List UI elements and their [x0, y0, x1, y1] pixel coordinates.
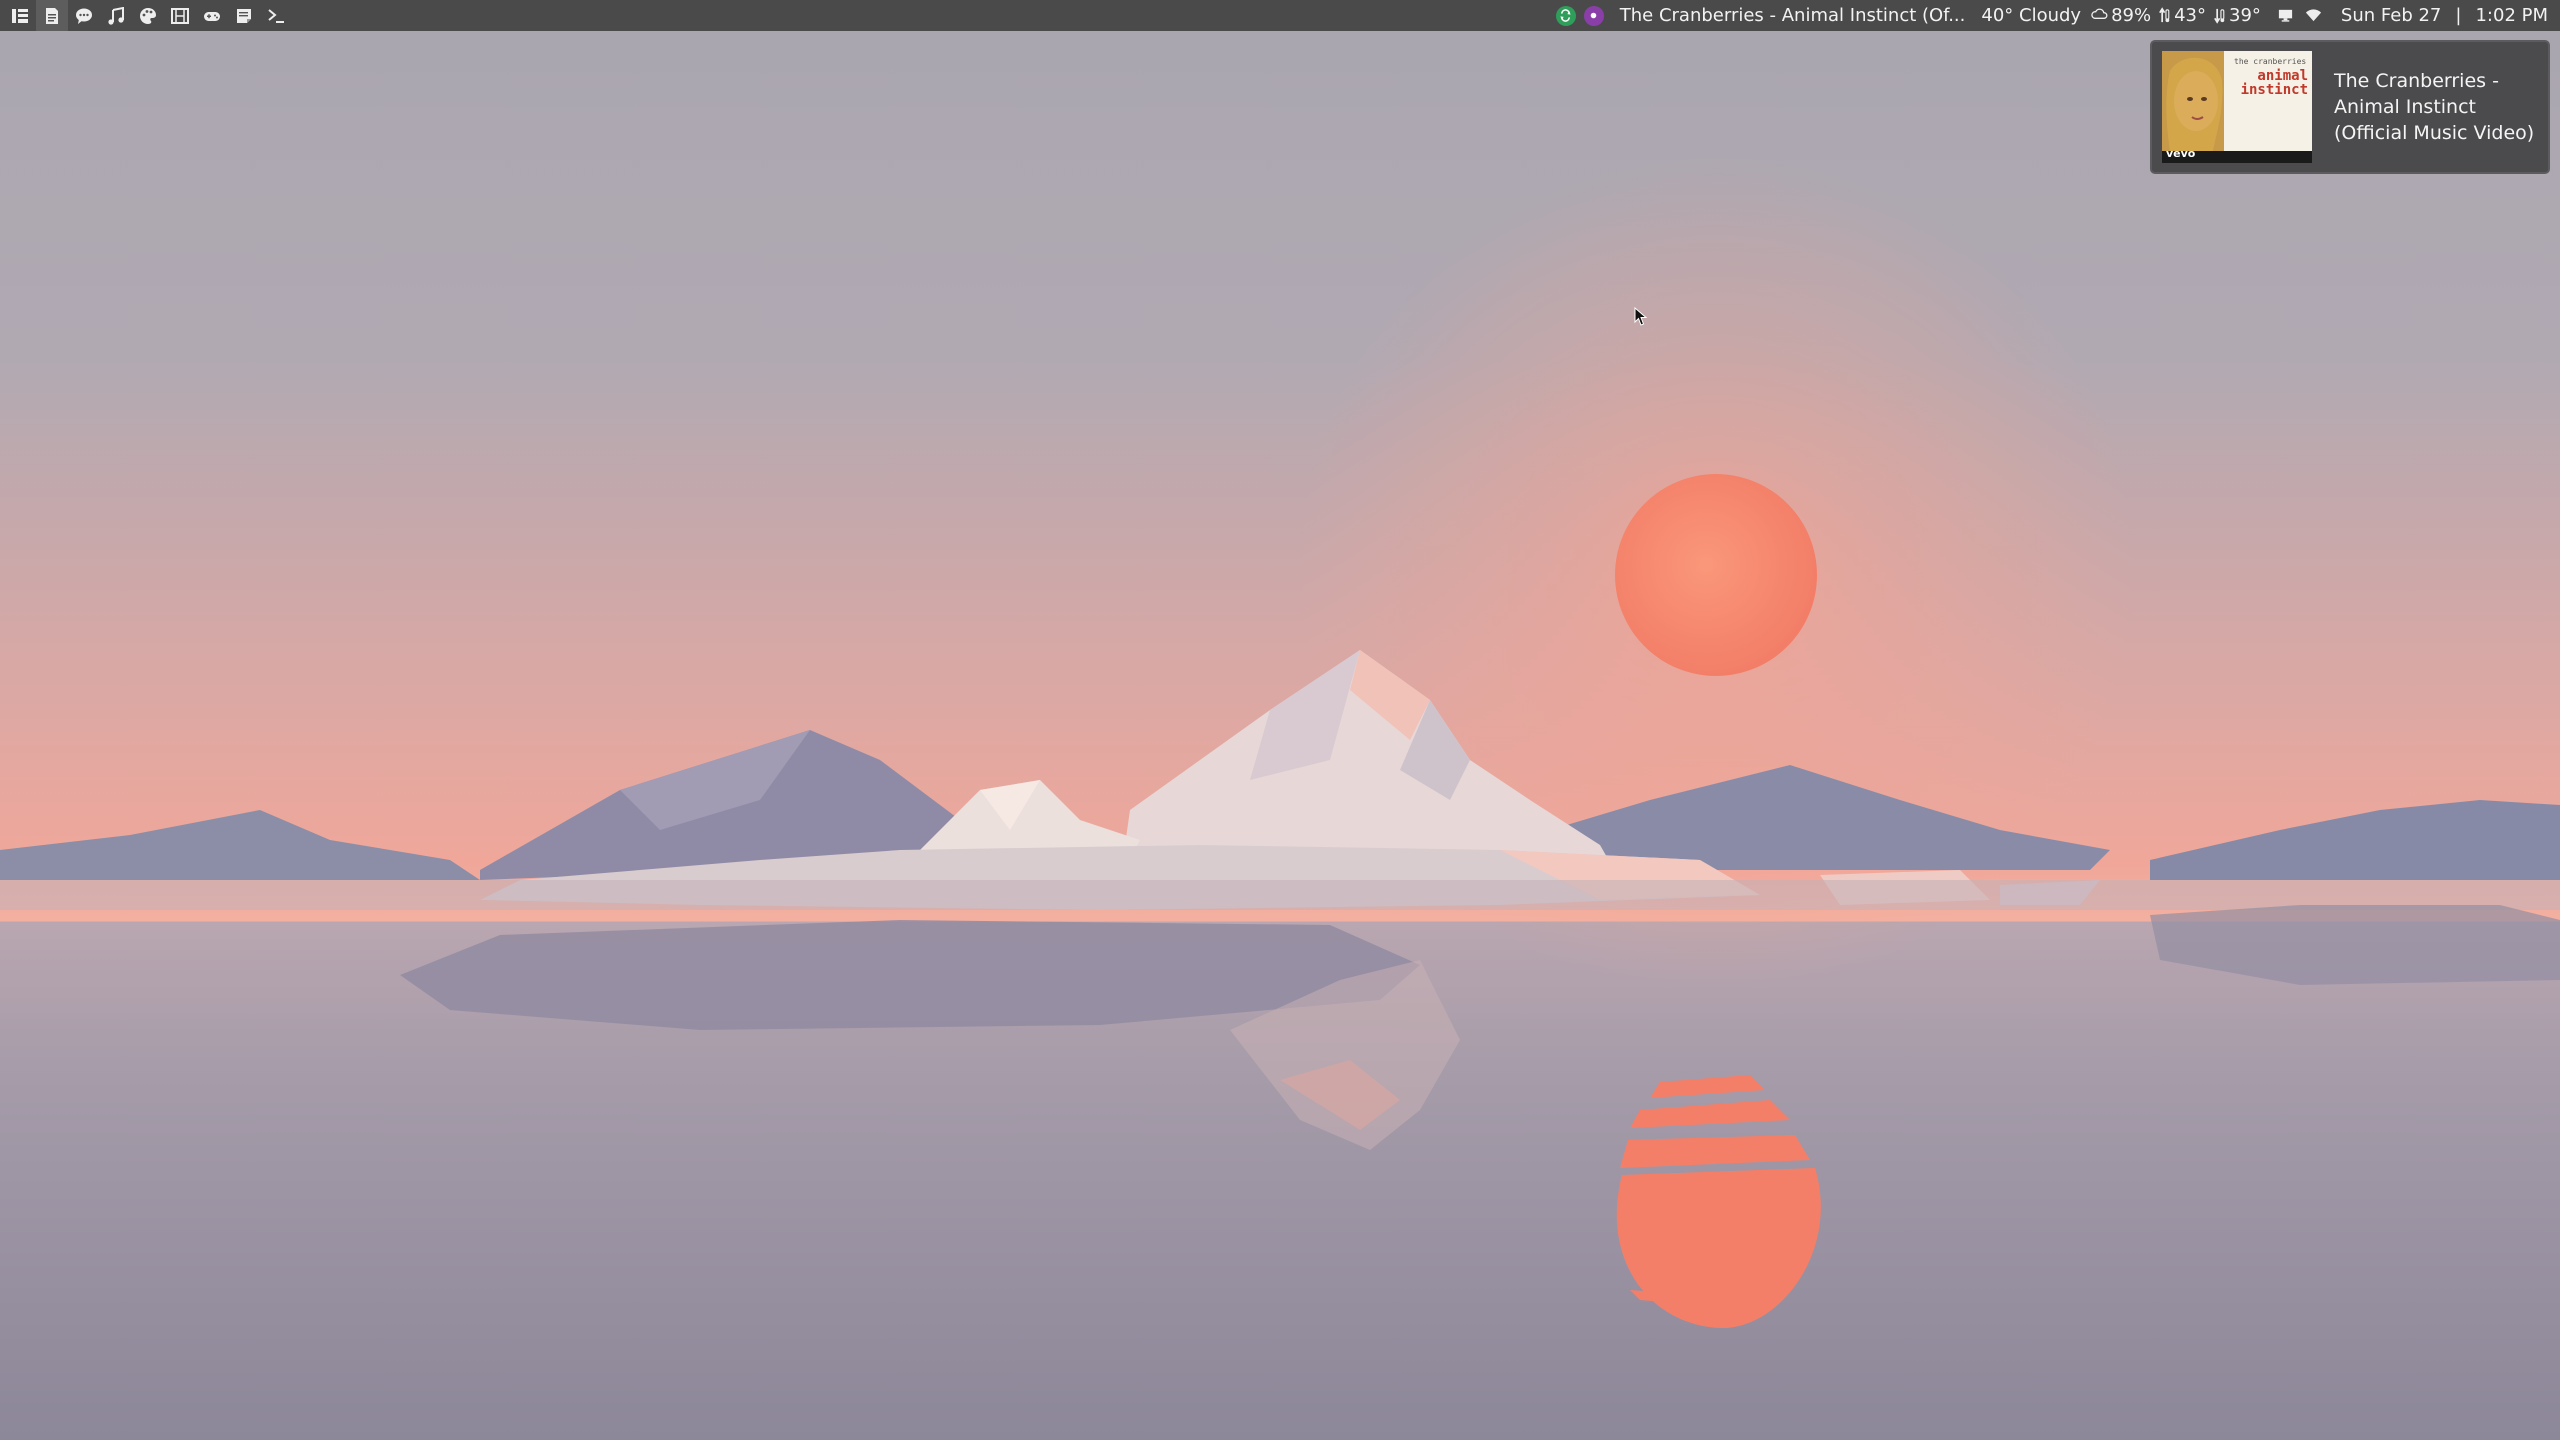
mouse-cursor-icon: [1634, 307, 1648, 326]
sync-icon[interactable]: [1555, 5, 1576, 26]
thumb-band-text: the cranberries: [2234, 57, 2307, 66]
video-icon[interactable]: [164, 0, 196, 31]
thumb-label-text: vevo: [2166, 147, 2196, 160]
album-thumbnail: the cranberries animal instinct vevo: [2162, 51, 2312, 163]
media-player-icon[interactable]: [1583, 5, 1604, 26]
date-time-separator: |: [2455, 5, 2462, 26]
top-panel: The Cranberries - Animal Instinct (Of...…: [0, 0, 2560, 31]
low-temp-text: 39°: [2229, 5, 2261, 26]
low-temp-icon: [2214, 8, 2225, 24]
app-menu-icon[interactable]: [4, 0, 36, 31]
high-temp-icon: [2159, 7, 2170, 23]
now-playing-text: The Cranberries - Animal Instinct (Of...: [1619, 5, 1966, 26]
desktop-wallpaper: [0, 0, 2560, 1440]
humidity-text: 89%: [2111, 5, 2152, 26]
display-icon[interactable]: [2277, 7, 2294, 24]
documents-icon[interactable]: [36, 0, 68, 31]
rain-chance-icon: [2091, 8, 2108, 19]
date-text: Sun Feb 27: [2340, 5, 2442, 26]
wifi-icon[interactable]: [2305, 7, 2322, 24]
now-playing-notification[interactable]: the cranberries animal instinct vevo The…: [2150, 40, 2550, 174]
chat-icon[interactable]: [68, 0, 100, 31]
sun: [1615, 474, 1817, 676]
app-launcher-bar: [0, 0, 292, 31]
weather-text: 40° Cloudy: [1981, 5, 2082, 26]
time-text: 1:02 PM: [2475, 5, 2548, 26]
thumb-song-text: animal instinct: [2240, 68, 2308, 98]
notes-icon[interactable]: [228, 0, 260, 31]
terminal-icon[interactable]: [260, 0, 292, 31]
notification-title: The Cranberries - Animal Instinct (Offic…: [2334, 70, 2535, 144]
now-playing[interactable]: The Cranberries - Animal Instinct (Of...: [1620, 5, 1966, 26]
weather-widget[interactable]: 40° Cloudy 89% 43° 39°: [1981, 5, 2261, 26]
clock[interactable]: Sun Feb 27 | 1:02 PM: [2341, 5, 2548, 26]
gamepad-icon[interactable]: [196, 0, 228, 31]
status-tray: The Cranberries - Animal Instinct (Of...…: [1555, 0, 2560, 31]
palette-icon[interactable]: [132, 0, 164, 31]
high-temp-text: 43°: [2174, 5, 2207, 26]
music-icon[interactable]: [100, 0, 132, 31]
